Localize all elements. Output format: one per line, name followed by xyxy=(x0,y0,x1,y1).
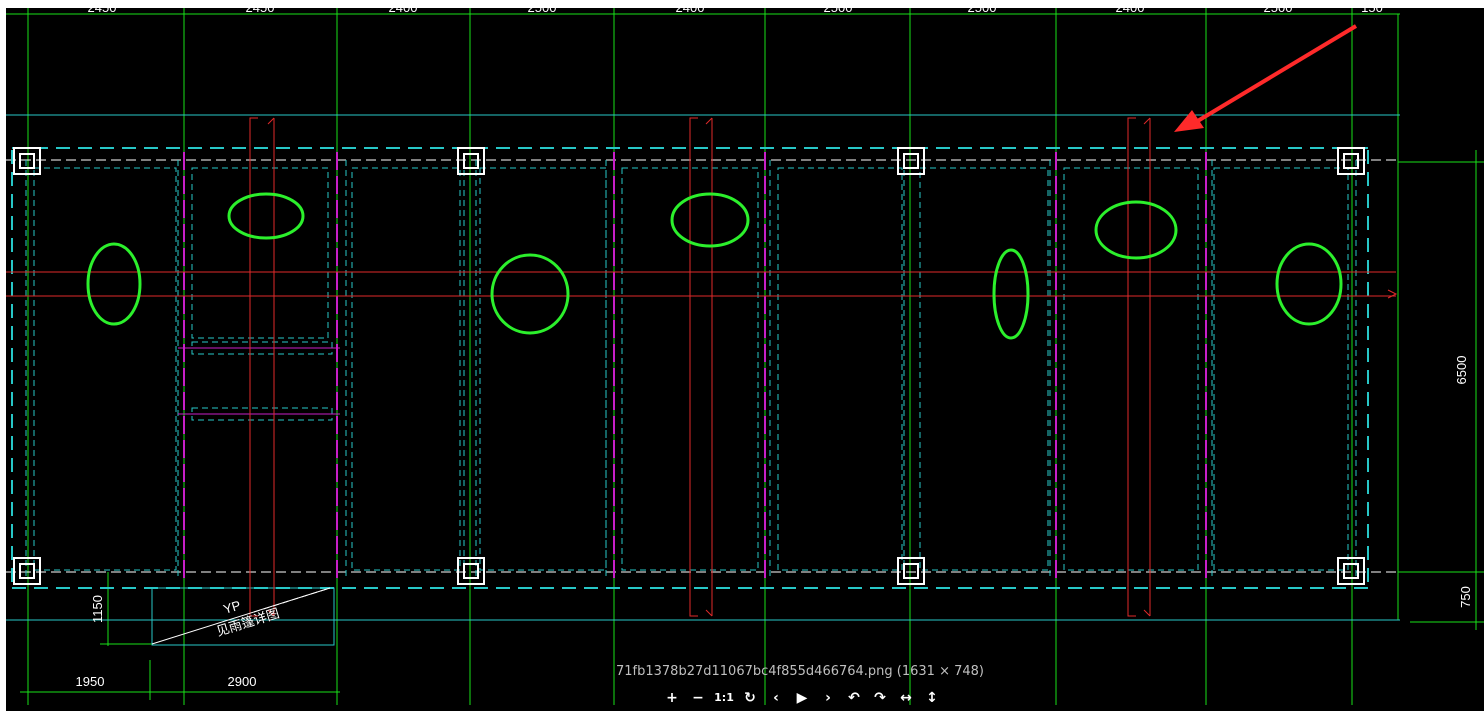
highlight-ellipse xyxy=(227,192,305,240)
top-dimension-label: 150 xyxy=(1361,0,1383,15)
callout-code: YP xyxy=(221,597,242,616)
top-dimension-label: 2400 xyxy=(1116,0,1145,15)
flip-vertical-icon: ↕ xyxy=(926,690,938,706)
beam-bracket xyxy=(1127,610,1136,617)
beam-bracket xyxy=(1127,117,1136,124)
rotate-left-button[interactable]: ↶ xyxy=(844,688,864,708)
rotate-left-icon: ↶ xyxy=(848,690,860,706)
beam-bracket xyxy=(689,117,698,124)
rotate-right-icon: ↷ xyxy=(874,690,886,706)
image-caption: 71fb1378b27d11067bc4f855d466764.png (163… xyxy=(616,664,984,679)
column-core xyxy=(19,153,35,169)
beams xyxy=(6,117,1398,617)
bay-outline xyxy=(919,167,1049,571)
top-dimension-label: 2400 xyxy=(676,0,705,15)
highlight-ellipse xyxy=(1275,242,1343,326)
top-dimension-label: 2500 xyxy=(824,0,853,15)
highlight-ellipse xyxy=(670,192,750,248)
next-button[interactable]: › xyxy=(818,688,838,708)
column-core xyxy=(19,563,35,579)
column-core xyxy=(903,563,919,579)
zoom-out-button[interactable]: − xyxy=(688,688,708,708)
bottom-dimension-1950: 1950 xyxy=(76,674,105,689)
highlight-ellipse xyxy=(992,248,1030,340)
highlight-ellipse xyxy=(490,253,570,335)
flip-horizontal-button[interactable]: ↔ xyxy=(896,688,916,708)
beam-bracket xyxy=(249,117,258,124)
right-dimension-750: 750 xyxy=(1458,586,1473,608)
beam-bracket xyxy=(689,610,698,617)
beam-bracket xyxy=(1143,609,1151,617)
column xyxy=(13,557,41,585)
refresh-icon: ↻ xyxy=(744,690,756,706)
chevron-right-icon: › xyxy=(825,690,831,706)
top-dimension-labels: 2450 2450 2400 2500 2400 2500 2500 2400 2500 150 xyxy=(88,0,1383,15)
bay-outline xyxy=(351,167,461,571)
top-dimension-label: 2400 xyxy=(389,0,418,15)
flip-vertical-button[interactable]: ↕ xyxy=(922,688,942,708)
previous-button[interactable]: ‹ xyxy=(766,688,786,708)
bay-outline xyxy=(777,167,903,571)
column xyxy=(13,147,41,175)
bay-outline xyxy=(1063,167,1199,571)
cad-drawing[interactable]: YP 见雨篷详图 2450 2450 2400 2500 2400 2500 2500 240… xyxy=(0,0,1484,711)
image-viewer: YP 见雨篷详图 2450 2450 2400 2500 2400 2500 2500 240… xyxy=(0,0,1484,711)
red-arrow-annotation xyxy=(1174,24,1358,132)
refresh-button[interactable]: ↻ xyxy=(740,688,760,708)
play-button[interactable]: ▶ xyxy=(792,688,812,708)
beam-bracket xyxy=(705,117,713,125)
top-dimension-label: 2500 xyxy=(968,0,997,15)
minus-icon: − xyxy=(692,690,704,706)
columns xyxy=(13,147,1365,585)
bottom-dimension-2900: 2900 xyxy=(228,674,257,689)
column-core xyxy=(903,153,919,169)
column xyxy=(1337,147,1365,175)
top-dimension-label: 2500 xyxy=(1264,0,1293,15)
right-dimension-6500: 6500 xyxy=(1454,356,1469,385)
viewer-toolbar: + −1:1 ↻ ‹ ▶ › ↶ ↷ ↔ ↕ xyxy=(662,688,942,708)
top-dimension-label: 2450 xyxy=(88,0,117,15)
chevron-left-icon: ‹ xyxy=(773,690,779,706)
highlight-ellipse xyxy=(86,242,142,326)
column xyxy=(897,557,925,585)
highlight-ellipses xyxy=(86,192,1343,340)
bay-outline xyxy=(33,167,177,571)
zoom-in-button[interactable]: + xyxy=(662,688,682,708)
bay-outline xyxy=(1213,167,1349,571)
actual-size-button[interactable]: 1:1 xyxy=(714,688,734,708)
rotate-right-button[interactable]: ↷ xyxy=(870,688,890,708)
top-dimension-label: 2500 xyxy=(528,0,557,15)
plus-icon: + xyxy=(666,690,678,706)
bay-outline xyxy=(479,167,607,571)
one-to-one-icon: 1:1 xyxy=(714,691,734,704)
beam-bracket xyxy=(267,117,275,125)
column xyxy=(897,147,925,175)
column xyxy=(1337,557,1365,585)
awning-callout: YP 见雨篷详图 xyxy=(151,587,331,645)
beam-bracket xyxy=(1143,117,1151,125)
flip-horizontal-icon: ↔ xyxy=(900,690,912,706)
highlight-ellipse xyxy=(1094,200,1178,260)
left-dimension-1150: 1150 xyxy=(90,595,105,623)
beam-bracket xyxy=(705,609,713,617)
play-icon: ▶ xyxy=(796,690,808,706)
top-dimension-label: 2450 xyxy=(246,0,275,15)
